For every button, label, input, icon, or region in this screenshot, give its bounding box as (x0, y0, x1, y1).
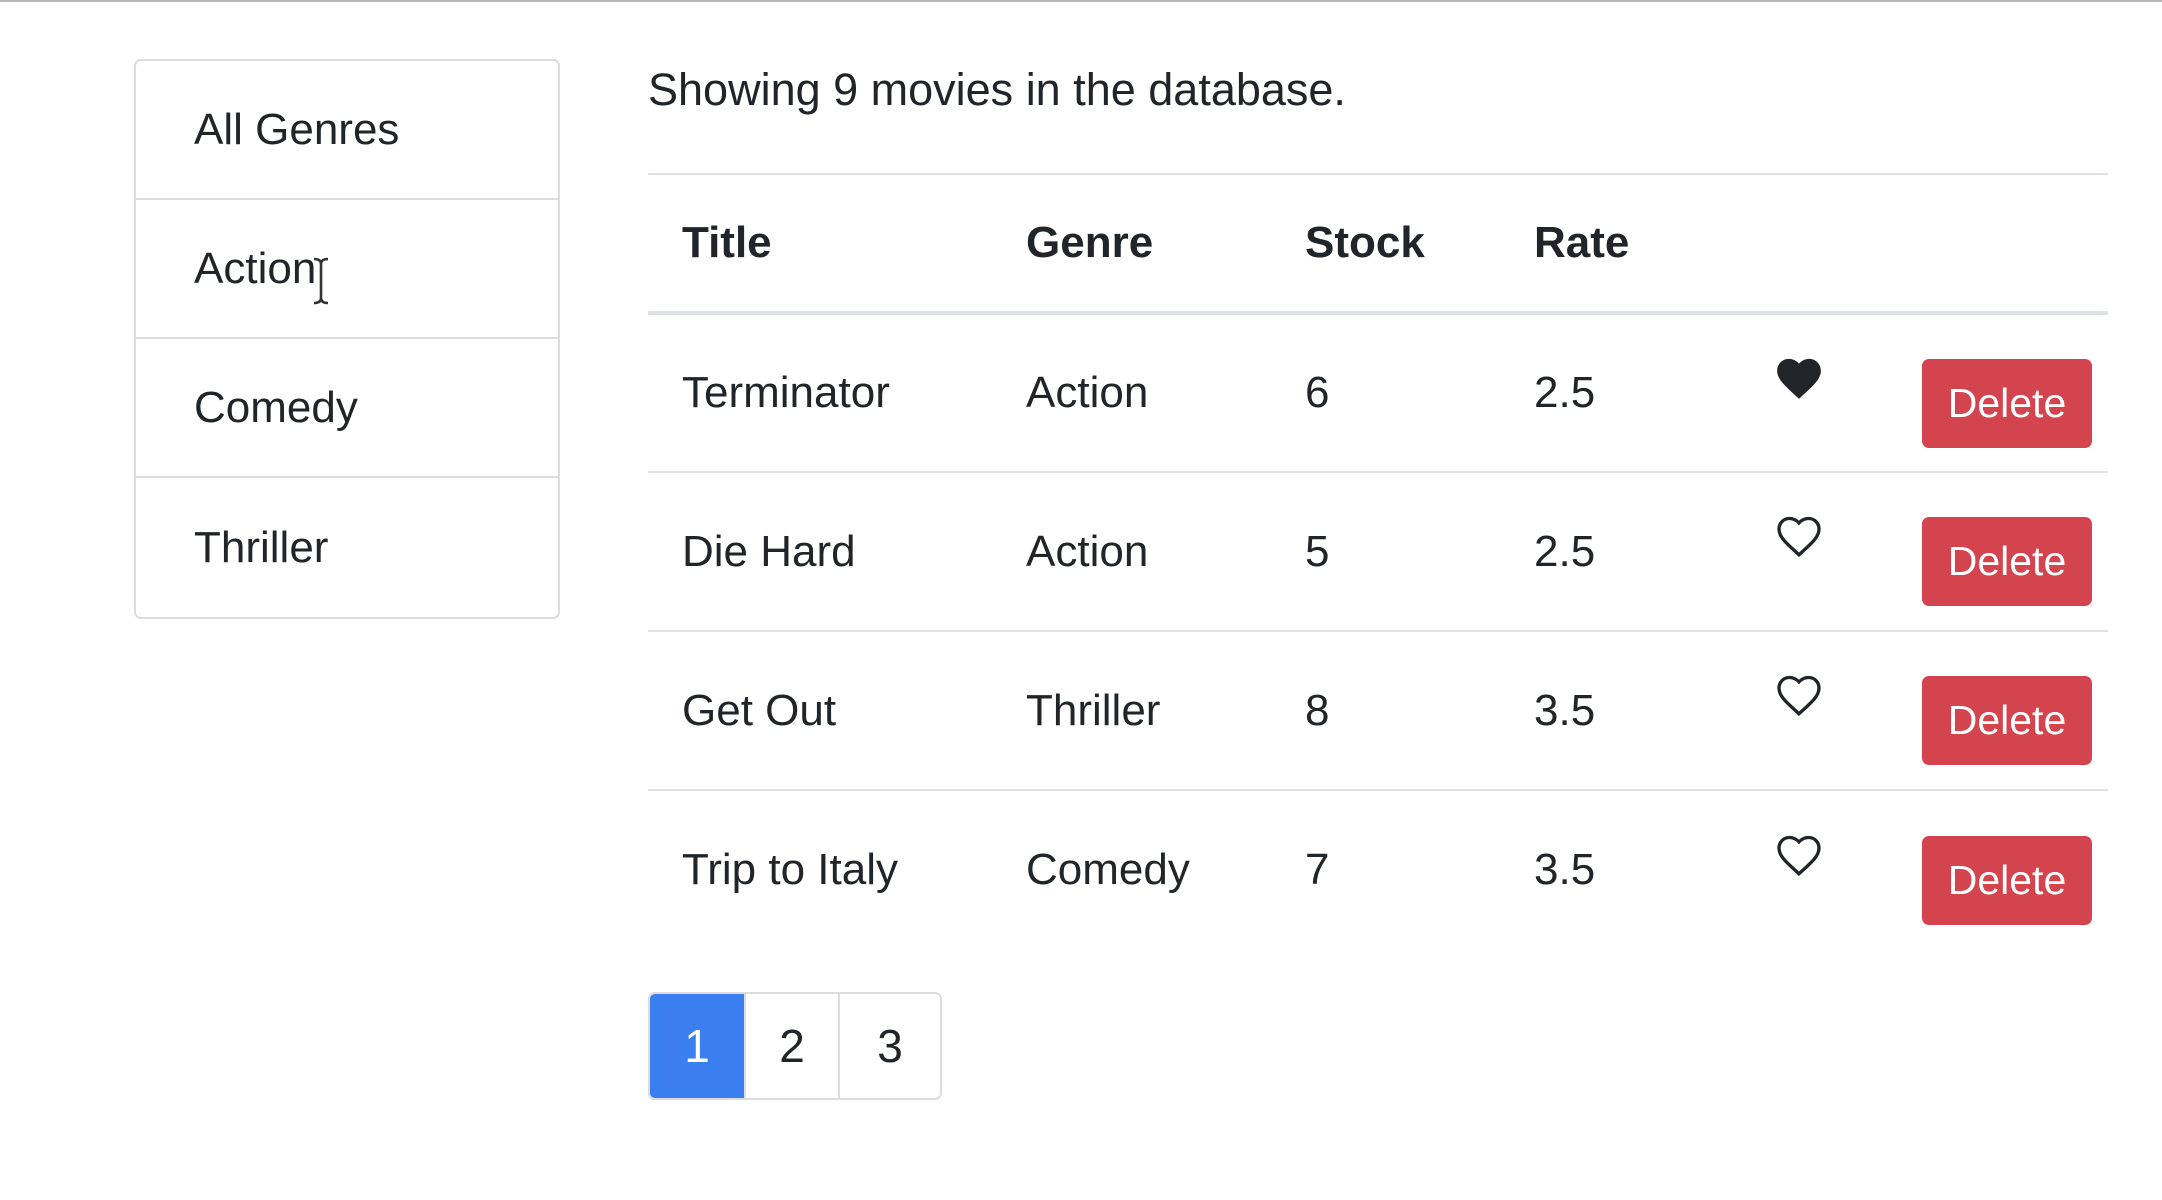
column-header-actions (1828, 174, 2108, 313)
actions-cell: Delete (1828, 790, 2108, 949)
movie-stock: 5 (1305, 526, 1330, 576)
actions-cell: Delete (1828, 313, 2108, 472)
movies-count-summary: Showing 9 movies in the database. (648, 64, 1346, 115)
page-button-3[interactable]: 3 (838, 994, 940, 1098)
actions-cell: Delete (1828, 631, 2108, 790)
movie-title: Get Out (682, 685, 837, 735)
movie-genre: Action (1026, 526, 1149, 576)
genre-item-action[interactable]: Action (136, 200, 558, 339)
column-header-stock[interactable]: Stock (1271, 174, 1500, 313)
delete-button[interactable]: Delete (1922, 358, 2092, 448)
page-button-1[interactable]: 1 (650, 994, 744, 1098)
like-cell (1694, 790, 1828, 949)
heart-outline-icon[interactable] (1774, 832, 1824, 878)
heart-outline-icon[interactable] (1774, 513, 1824, 559)
movie-stock: 8 (1305, 685, 1330, 735)
like-cell (1694, 313, 1828, 472)
like-cell (1694, 631, 1828, 790)
actions-cell: Delete (1828, 472, 2108, 631)
movie-title: Terminator (682, 368, 890, 417)
genre-item-thriller[interactable]: Thriller (136, 478, 558, 617)
movie-rate: 2.5 (1534, 368, 1596, 417)
delete-button[interactable]: Delete (1922, 676, 2092, 765)
movie-stock: 7 (1305, 845, 1330, 894)
table-row: Trip to Italy Comedy 7 3.5 Delete (648, 790, 2108, 949)
column-header-title[interactable]: Title (648, 174, 992, 313)
heart-filled-icon[interactable] (1774, 355, 1824, 401)
movies-table: Title Genre Stock Rate Terminator Action… (648, 173, 2108, 949)
table-row: Terminator Action 6 2.5 Delete (648, 313, 2108, 472)
movie-genre: Thriller (1026, 685, 1161, 735)
page-button-2[interactable]: 2 (744, 994, 838, 1098)
delete-button[interactable]: Delete (1922, 835, 2092, 925)
column-header-rate[interactable]: Rate (1500, 174, 1694, 313)
top-border (0, 0, 2162, 2)
movie-rate: 3.5 (1534, 845, 1596, 894)
table-row: Die Hard Action 5 2.5 Delete (648, 472, 2108, 631)
genre-list: All Genres Action Comedy Thriller (134, 59, 560, 619)
movie-title: Die Hard (682, 526, 856, 576)
movie-genre: Comedy (1026, 845, 1190, 894)
movie-genre: Action (1026, 368, 1149, 417)
like-cell (1694, 472, 1828, 631)
movie-rate: 2.5 (1534, 526, 1596, 576)
column-header-genre[interactable]: Genre (992, 174, 1271, 313)
text-cursor-icon (313, 257, 329, 305)
movie-rate: 3.5 (1534, 685, 1596, 735)
pagination: 1 2 3 (648, 992, 942, 1100)
table-row: Get Out Thriller 8 3.5 Delete (648, 631, 2108, 790)
movie-title: Trip to Italy (682, 845, 898, 894)
heart-outline-icon[interactable] (1774, 672, 1824, 718)
movie-stock: 6 (1305, 368, 1330, 417)
delete-button[interactable]: Delete (1922, 517, 2092, 606)
column-header-like (1694, 174, 1828, 313)
genre-item-comedy[interactable]: Comedy (136, 339, 558, 478)
table-header-row: Title Genre Stock Rate (648, 174, 2108, 313)
genre-item-all[interactable]: All Genres (136, 61, 558, 200)
